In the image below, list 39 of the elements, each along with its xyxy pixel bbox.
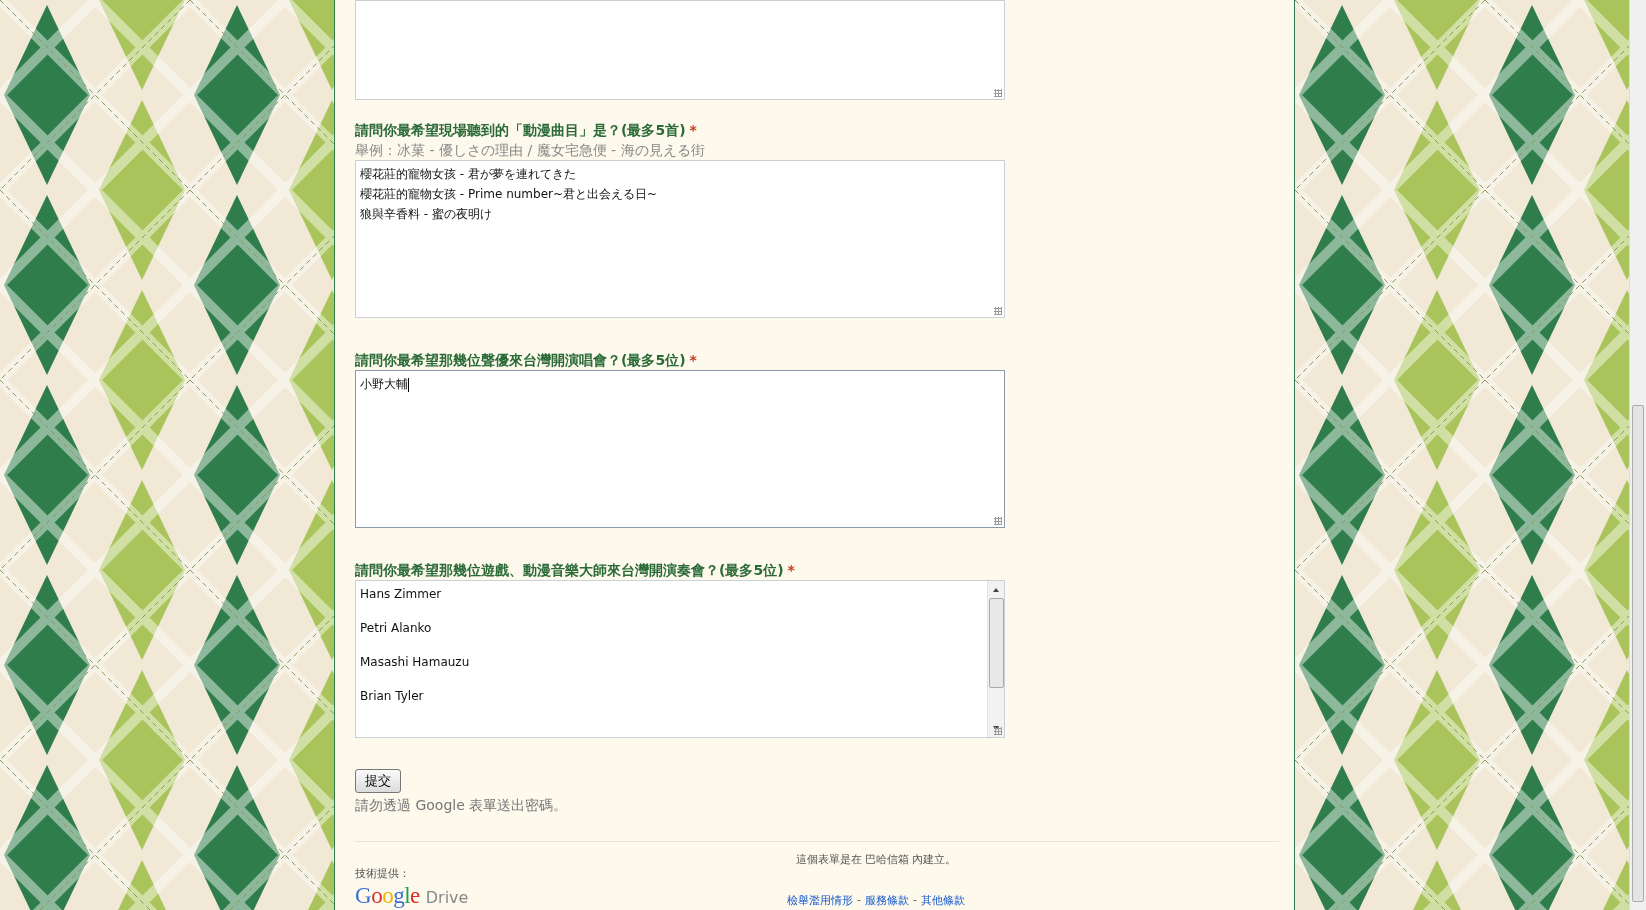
scroll-arrow-icon[interactable] xyxy=(993,588,999,592)
logo-wordmark: Google xyxy=(355,883,420,909)
answer-text: 狼與辛香料 - 蜜の夜明け xyxy=(360,206,493,223)
resize-grip-icon[interactable] xyxy=(994,307,1002,315)
answer-text: 櫻花莊的寵物女孩 - 君が夢を連れてきた xyxy=(360,166,577,183)
question-label: 請問你最希望那幾位遊戲、動漫音樂大師來台灣開演奏會？(最多5位) xyxy=(355,561,784,580)
text-cursor xyxy=(408,377,409,392)
question-label: 請問你最希望現場聽到的「動漫曲目」是？(最多5首) xyxy=(355,121,686,140)
powered-by-text: 技術提供： xyxy=(355,866,411,881)
submit-button[interactable]: 提交 xyxy=(355,769,401,793)
page-scrollbar[interactable] xyxy=(1629,0,1646,910)
product-name: Drive xyxy=(425,888,469,907)
answer-box[interactable]: Hans Zimmer Petri Alanko Masashi Hamauzu Brian Tyler xyxy=(355,580,1005,738)
password-note: 請勿透過 Google 表單送出密碼。 xyxy=(355,797,569,815)
scroll-arrow-icon[interactable] xyxy=(993,726,999,730)
separator-text: - xyxy=(857,893,861,908)
required-mark: * xyxy=(689,121,697,140)
separator-text: - xyxy=(913,893,917,908)
footer-link[interactable]: 其他條款 xyxy=(921,893,965,908)
created-note: 這個表單是在 巴哈信箱 內建立。 xyxy=(794,852,958,867)
answer-text: Hans Zimmer xyxy=(360,586,443,603)
footer-link[interactable]: 服務條款 xyxy=(865,893,909,908)
resize-grip-icon[interactable] xyxy=(994,727,1002,735)
required-mark: * xyxy=(787,561,795,580)
answer-text: 小野大輔 xyxy=(360,376,410,394)
answer-text: Brian Tyler xyxy=(360,688,425,705)
answer-text: Petri Alanko xyxy=(360,620,433,637)
question-label: 請問你最希望那幾位聲優來台灣開演唱會？(最多5位) xyxy=(355,351,686,370)
answer-box[interactable]: 櫻花莊的寵物女孩 - 君が夢を連れてきた 櫻花莊的寵物女孩 - Prime number~君と出会える日~ 狼與辛香料 - 蜜の夜明け xyxy=(355,160,1005,318)
resize-grip-icon[interactable] xyxy=(994,89,1002,97)
required-mark: * xyxy=(689,351,697,370)
scrollbar[interactable] xyxy=(987,581,1004,737)
answer-box[interactable] xyxy=(355,0,1005,100)
answer-text: Masashi Hamauzu xyxy=(360,654,471,671)
resize-grip-icon[interactable] xyxy=(994,517,1002,525)
answer-box[interactable]: 小野大輔 xyxy=(355,370,1005,528)
footer-link[interactable]: 檢舉濫用情形 xyxy=(787,893,853,908)
question-hint: 舉例：冰菓 - 優しさの理由 / 魔女宅急便 - 海の見える街 xyxy=(355,141,706,160)
answer-text: 櫻花莊的寵物女孩 - Prime number~君と出会える日~ xyxy=(360,186,659,203)
